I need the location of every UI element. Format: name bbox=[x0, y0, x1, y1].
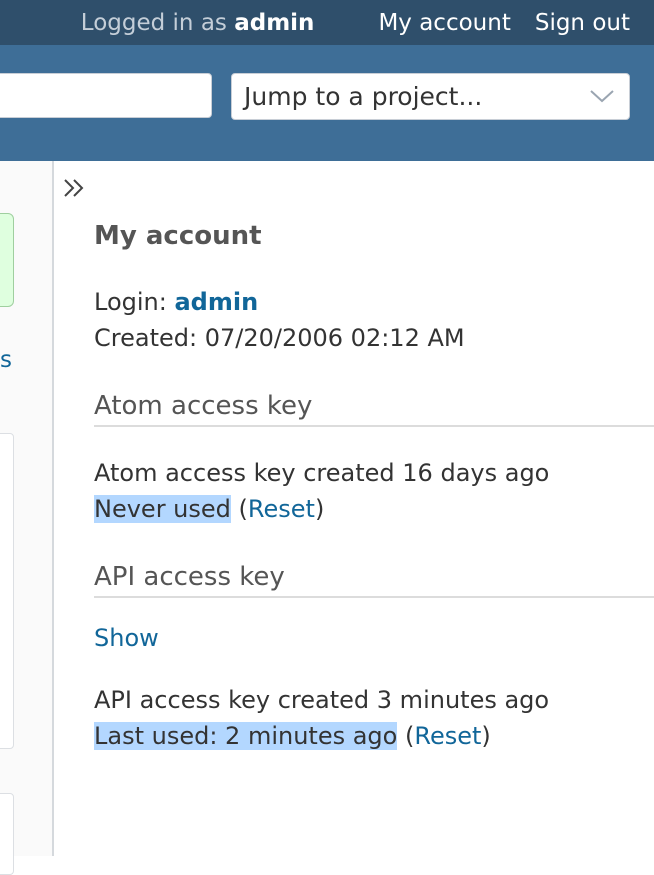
page-title: My account bbox=[94, 221, 262, 251]
login-row: Login: admin bbox=[94, 288, 258, 316]
double-chevron-right-icon[interactable] bbox=[62, 175, 88, 201]
top-menu: Logged in as admin My account Sign out bbox=[0, 0, 654, 45]
project-jump-label: Jump to a project... bbox=[244, 82, 483, 111]
api-key-reset-link[interactable]: Reset bbox=[414, 722, 481, 750]
sidebar-panel bbox=[0, 433, 14, 749]
atom-key-usage-row: Never used (Reset) bbox=[94, 495, 325, 523]
login-label: Login: bbox=[94, 288, 167, 316]
api-key-created: API access key created 3 minutes ago bbox=[94, 686, 550, 714]
api-key-show-row: Show bbox=[94, 624, 159, 652]
logged-in-user: admin bbox=[234, 9, 315, 36]
atom-key-created: Atom access key created 16 days ago bbox=[94, 459, 550, 487]
header: Jump to a project... bbox=[0, 45, 654, 161]
api-key-usage: Last used: 2 minutes ago bbox=[94, 722, 398, 750]
login-user-link[interactable]: admin bbox=[174, 288, 258, 316]
sign-out-link[interactable]: Sign out bbox=[535, 10, 630, 36]
my-account-link[interactable]: My account bbox=[378, 10, 510, 36]
atom-key-heading: Atom access key bbox=[94, 391, 654, 427]
sidebar-flash-box bbox=[0, 213, 14, 307]
created-row: Created: 07/20/2006 02:12 AM bbox=[94, 324, 465, 352]
atom-key-reset-link[interactable]: Reset bbox=[248, 495, 315, 523]
sidebar-panel bbox=[0, 793, 14, 875]
sidebar-partial-link[interactable]: s bbox=[0, 347, 12, 373]
api-key-usage-row: Last used: 2 minutes ago (Reset) bbox=[94, 722, 491, 750]
chevron-down-icon bbox=[590, 90, 614, 103]
api-key-show-link[interactable]: Show bbox=[94, 624, 159, 652]
account-menu: Logged in as admin My account Sign out bbox=[81, 0, 630, 45]
sidebar: s bbox=[0, 161, 54, 875]
main-content: My account Login: admin Created: 07/20/2… bbox=[54, 161, 654, 856]
created-value: 07/20/2006 02:12 AM bbox=[204, 324, 465, 352]
logged-in-prefix: Logged in as bbox=[80, 9, 227, 36]
logged-in-as: Logged in as admin bbox=[81, 10, 315, 36]
project-jump-select[interactable]: Jump to a project... bbox=[231, 73, 630, 120]
api-key-heading: API access key bbox=[94, 562, 654, 598]
atom-key-usage: Never used bbox=[94, 495, 231, 523]
search-input[interactable] bbox=[0, 73, 212, 118]
created-label: Created: bbox=[94, 324, 198, 352]
